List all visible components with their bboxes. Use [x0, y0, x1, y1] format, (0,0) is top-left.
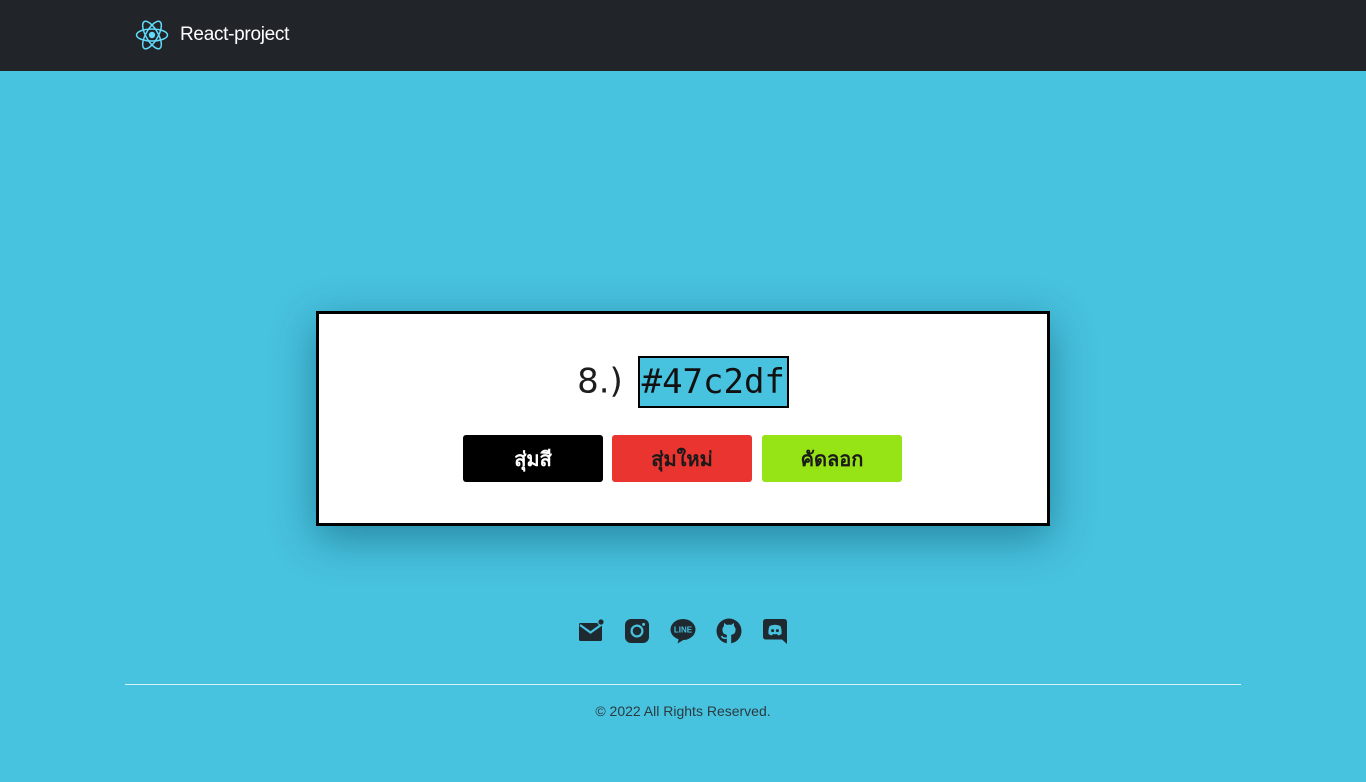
button-row: สุ่มสี สุ่มใหม่ คัดลอก [463, 435, 903, 482]
email-link[interactable] [576, 616, 606, 646]
discord-icon [763, 619, 787, 644]
brand-name: React-project [180, 24, 290, 45]
copy-button[interactable]: คัดลอก [762, 435, 902, 482]
line-link[interactable]: LINE [668, 616, 698, 646]
random-color-button[interactable]: สุ่มสี [463, 435, 603, 482]
github-icon [716, 618, 742, 644]
color-heading: 8.) #47c2df [319, 354, 1047, 408]
hex-code-value[interactable]: #47c2df [637, 355, 789, 408]
discord-link[interactable] [760, 616, 790, 646]
color-index: 8.) [577, 361, 623, 402]
instagram-icon [625, 619, 649, 643]
instagram-link[interactable] [622, 616, 652, 646]
navbar-brand[interactable]: React-project [134, 17, 289, 53]
email-icon [579, 618, 605, 641]
line-icon: LINE [670, 619, 696, 644]
svg-text:LINE: LINE [674, 626, 693, 635]
re-random-button[interactable]: สุ่มใหม่ [612, 435, 752, 482]
react-atom-icon [135, 20, 169, 50]
github-link[interactable] [714, 616, 744, 646]
social-links: LINE [576, 616, 790, 646]
copyright-text: © 2022 All Rights Reserved. [595, 703, 771, 719]
navbar: React-project [0, 0, 1366, 71]
footer-divider [125, 684, 1241, 685]
color-card: 8.) #47c2df สุ่มสี สุ่มใหม่ คัดลอก [316, 311, 1050, 526]
